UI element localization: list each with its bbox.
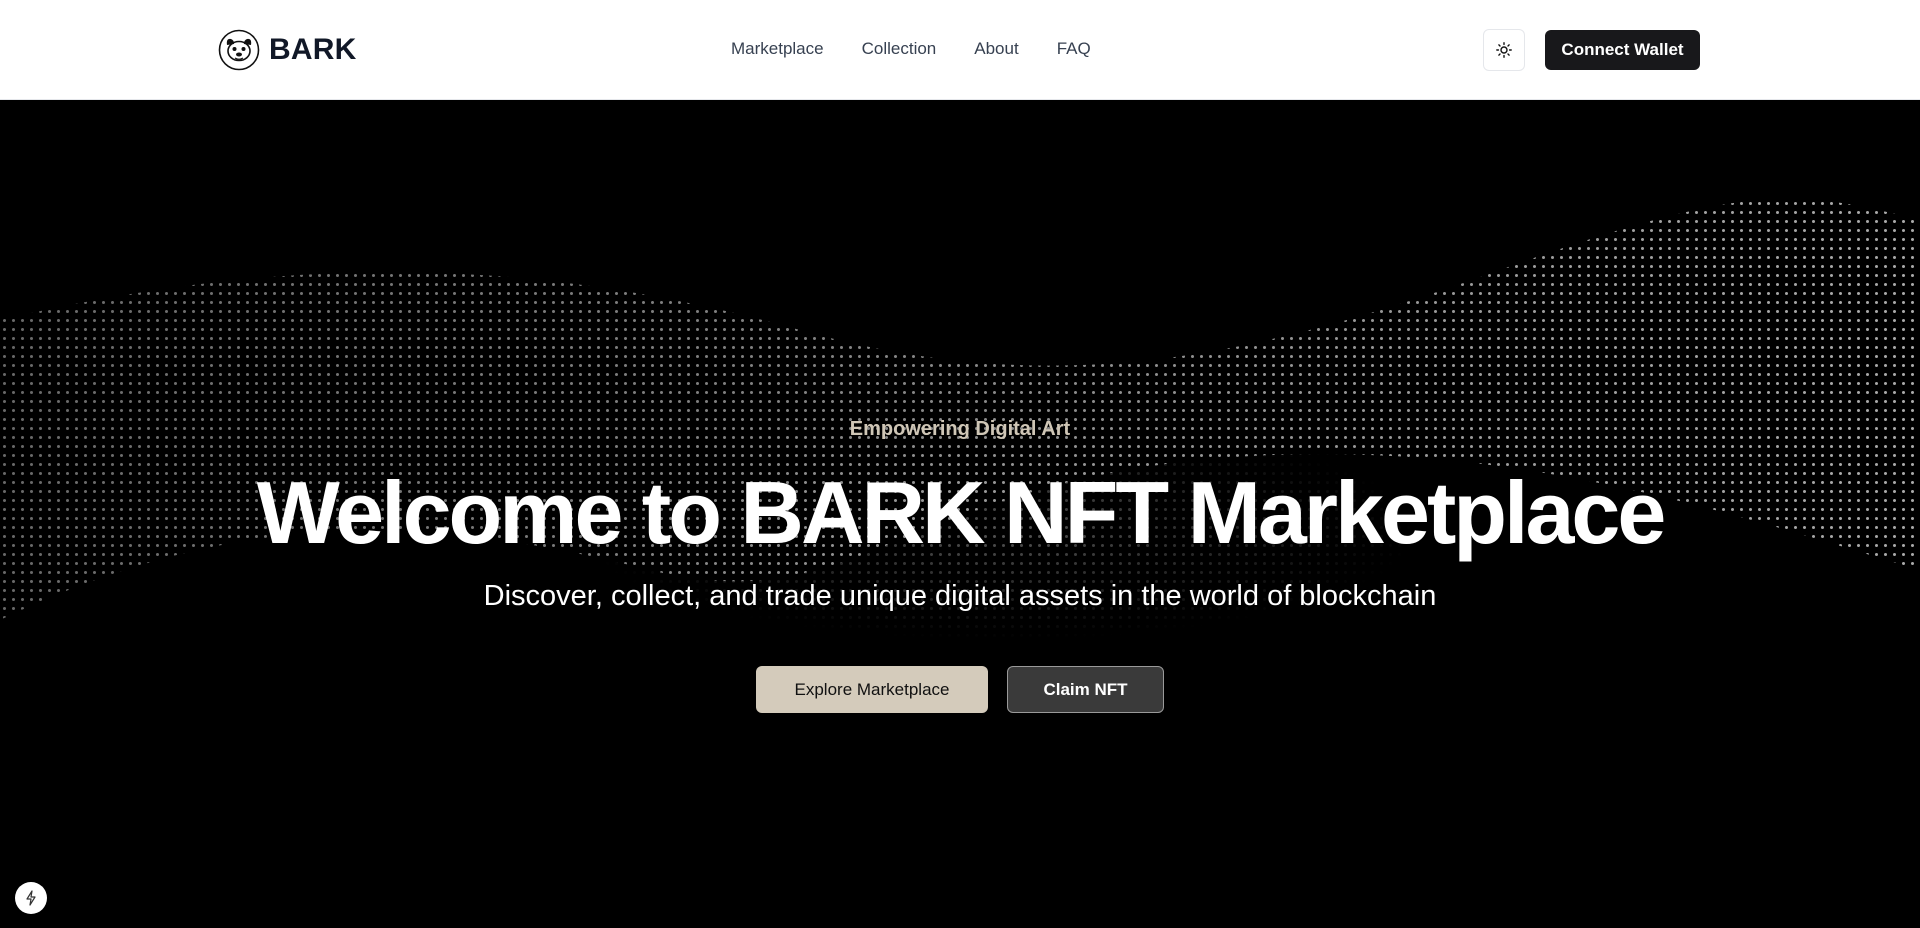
claim-nft-button[interactable]: Claim NFT [1007, 666, 1164, 713]
connect-wallet-button[interactable]: Connect Wallet [1545, 30, 1700, 70]
nav-link-faq[interactable]: FAQ [1057, 36, 1091, 62]
lightning-icon [26, 890, 36, 906]
dog-face-logo-icon [218, 29, 260, 71]
nav-link-about[interactable]: About [974, 36, 1018, 62]
hero-title: Welcome to BARK NFT Marketplace [256, 463, 1667, 562]
hero-eyebrow: Empowering Digital Art [849, 418, 1071, 440]
main-nav: Marketplace Collection About FAQ [731, 36, 1091, 62]
lightning-badge-button[interactable] [15, 882, 47, 914]
theme-toggle-button[interactable] [1483, 29, 1525, 71]
brand-home-link[interactable]: BARK [218, 29, 356, 71]
sun-icon [1496, 42, 1512, 58]
hero-cta-group: Explore Marketplace Claim NFT [756, 666, 1164, 713]
hero-subtitle: Discover, collect, and trade unique digi… [483, 580, 1437, 612]
brand-name: BARK [269, 33, 357, 66]
nav-link-collection[interactable]: Collection [862, 36, 937, 62]
explore-marketplace-button[interactable]: Explore Marketplace [756, 666, 988, 713]
nav-link-marketplace[interactable]: Marketplace [731, 36, 824, 62]
site-header: BARK Marketplace Collection About FAQ Co… [0, 0, 1920, 100]
hero-section: Empowering Digital Art Welcome to BARK N… [0, 100, 1920, 928]
